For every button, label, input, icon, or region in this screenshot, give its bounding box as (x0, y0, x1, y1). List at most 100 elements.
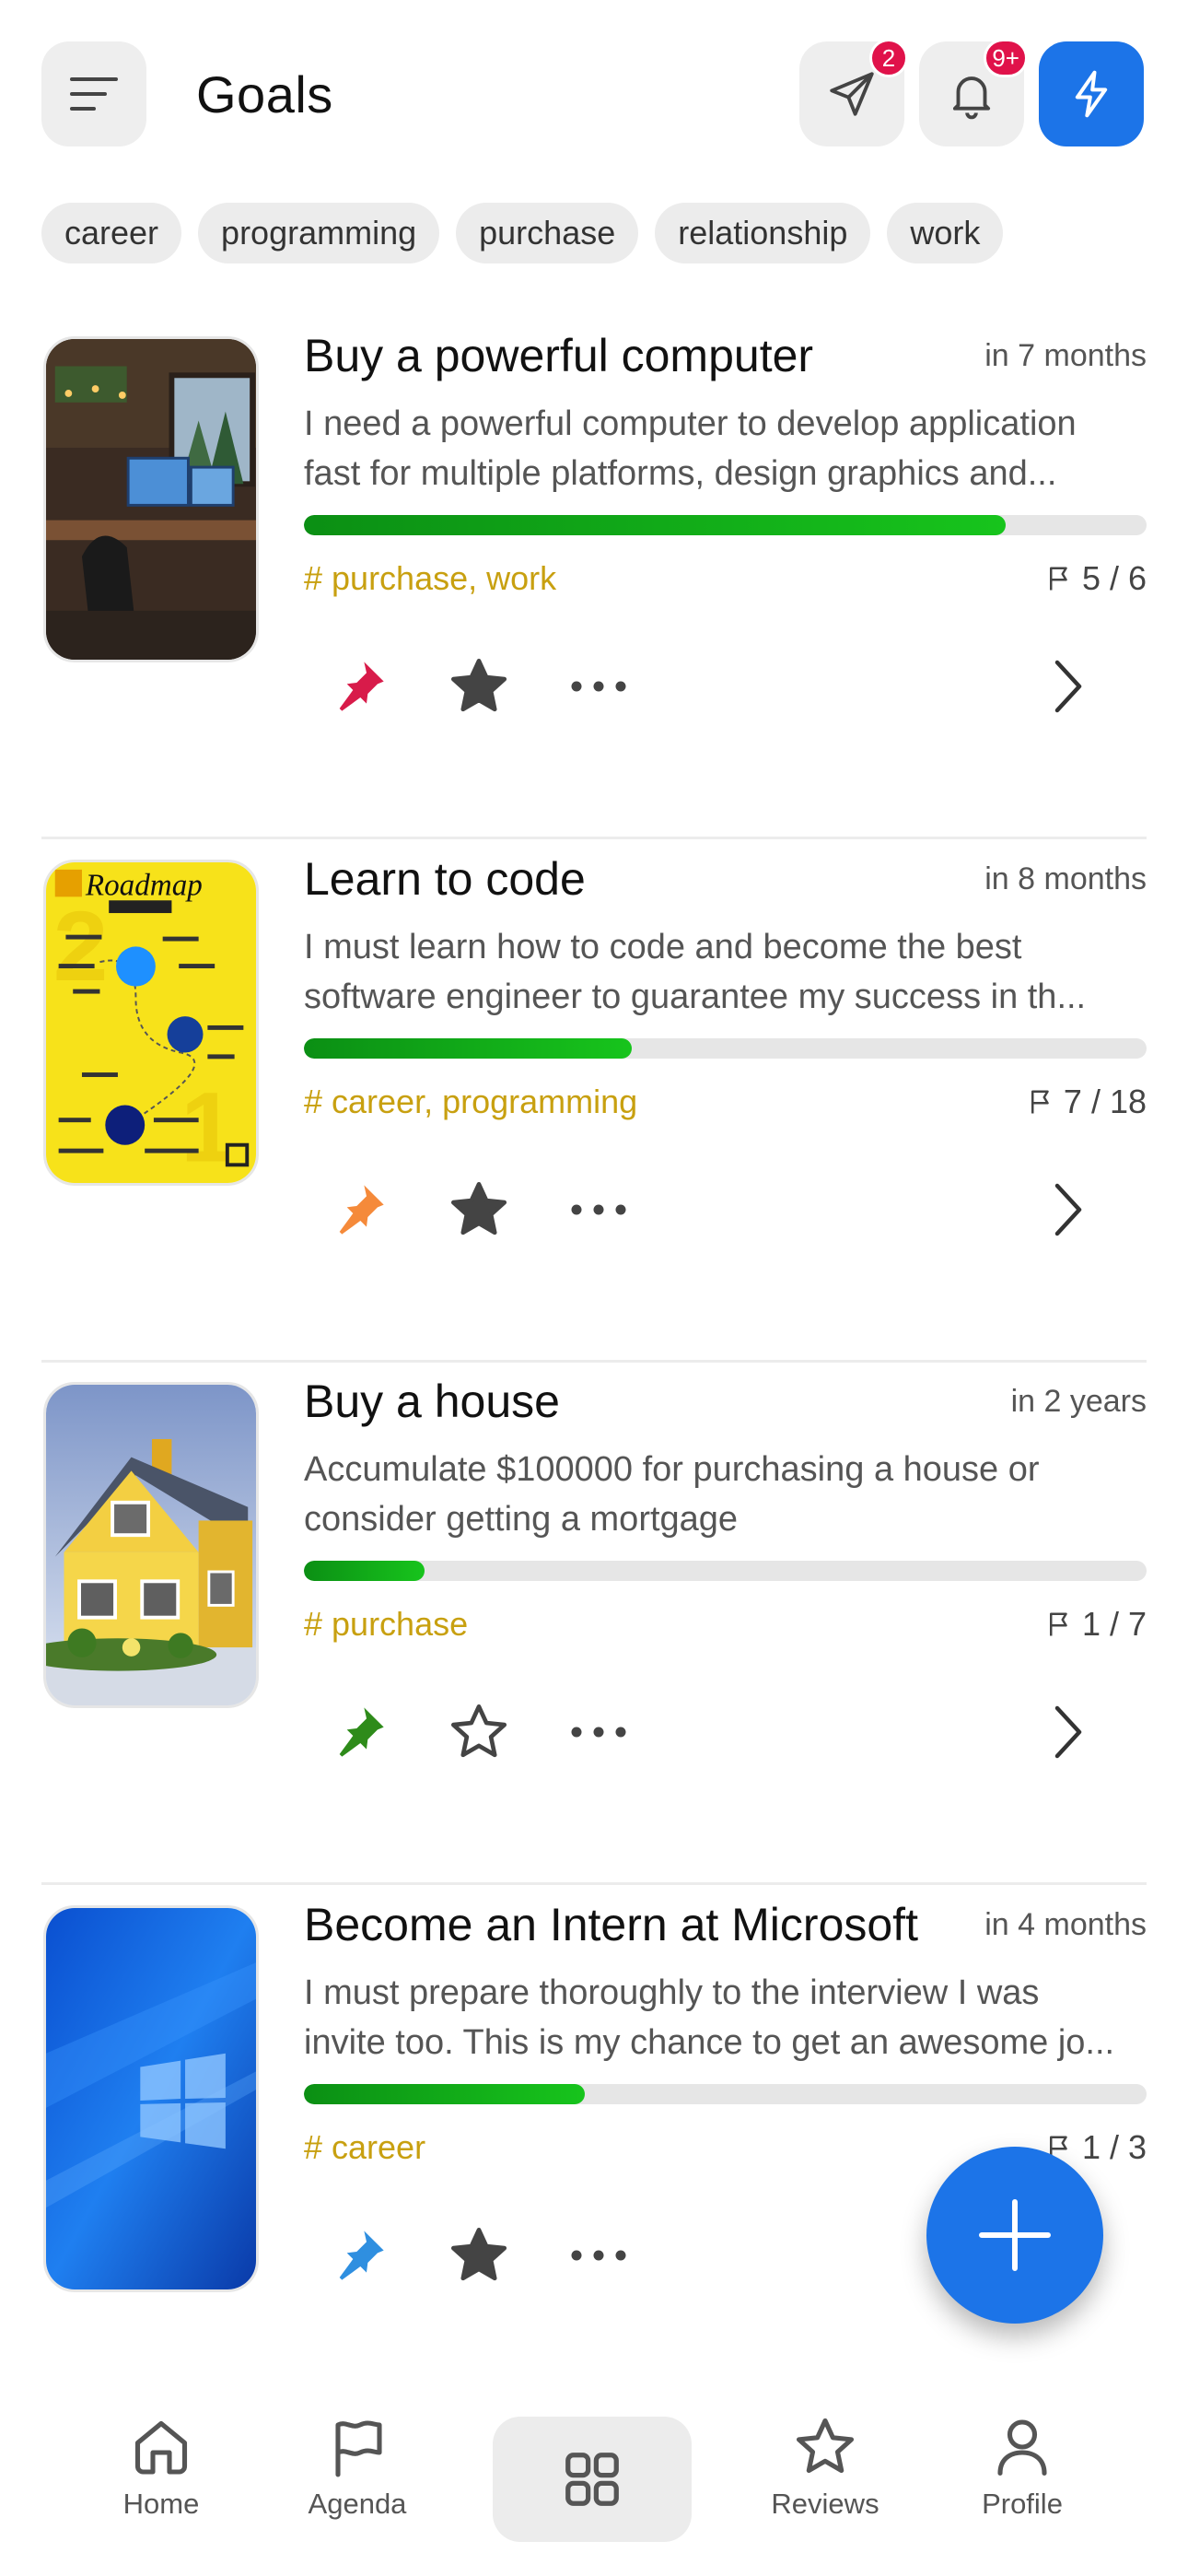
chip-purchase[interactable]: purchase (456, 203, 639, 263)
star-outline-icon (450, 1704, 507, 1758)
nav-reviews[interactable]: Reviews (742, 2414, 908, 2543)
goal-progress-bar (304, 1561, 1147, 1581)
more-button[interactable] (557, 645, 640, 728)
pin-icon (339, 2231, 384, 2280)
goal-description: I must prepare thoroughly to the intervi… (304, 1968, 1147, 2067)
nav-agenda-label: Agenda (308, 2488, 407, 2520)
quick-action-button[interactable] (1039, 41, 1144, 146)
goal-actions (318, 1691, 1147, 1774)
goal-image (43, 1905, 259, 2292)
filter-chips: career programming purchase relationship… (41, 203, 1004, 263)
svg-text:2: 2 (53, 890, 109, 1001)
open-goal-button[interactable] (1027, 1168, 1110, 1251)
more-button[interactable] (557, 2214, 640, 2297)
chevron-right-icon (1054, 1705, 1082, 1759)
goal-due: in 8 months (984, 861, 1147, 896)
goal-card[interactable]: 2 1 Roadmap Learn to code in 8 months I … (41, 841, 1147, 1363)
grid-icon (565, 2453, 619, 2506)
open-goal-button[interactable] (1027, 1691, 1110, 1774)
star-button[interactable] (437, 1691, 520, 1774)
notifications-button[interactable]: 9+ (919, 39, 1028, 146)
goal-description-line: I must prepare thoroughly to the intervi… (304, 1973, 1040, 2012)
chip-career[interactable]: career (41, 203, 182, 263)
star-outline-icon (796, 2418, 855, 2474)
goal-description: I need a powerful computer to develop ap… (304, 399, 1147, 498)
goal-title: Buy a powerful computer (304, 330, 814, 381)
goal-due: in 7 months (984, 338, 1147, 373)
goal-progress-fill (304, 515, 1007, 535)
menu-icon (70, 77, 118, 111)
goal-card[interactable]: Buy a powerful computer in 7 months I ne… (41, 318, 1147, 839)
chip-programming[interactable]: programming (198, 203, 440, 263)
goal-due: in 4 months (984, 1907, 1147, 1942)
goal-steps-count: 1 / 3 (1081, 2128, 1147, 2166)
goal-steps: 7 / 18 (1027, 1083, 1147, 1121)
pin-button[interactable] (318, 2214, 401, 2297)
menu-button[interactable] (41, 41, 146, 146)
goal-tags: # career (304, 2128, 426, 2166)
pin-button[interactable] (318, 1691, 401, 1774)
goal-actions (318, 1168, 1147, 1251)
goal-steps-count: 1 / 7 (1081, 1605, 1147, 1643)
open-goal-button[interactable] (1027, 645, 1110, 728)
bottom-navigation: Home Agenda Reviews Profile (0, 2386, 1188, 2576)
app-header: Goals 2 9+ (0, 0, 1188, 193)
goal-progress-bar (304, 1038, 1147, 1059)
goal-description-line: consider getting a mortgage (304, 1500, 739, 1539)
goal-image (43, 1382, 259, 1708)
nav-profile-label: Profile (982, 2488, 1063, 2520)
pin-button[interactable] (318, 1168, 401, 1251)
user-icon (997, 2419, 1047, 2476)
more-icon (571, 681, 626, 692)
more-icon (571, 2250, 626, 2261)
goal-steps: 1 / 7 (1045, 1605, 1147, 1644)
goal-progress-fill (304, 1038, 632, 1059)
pin-button[interactable] (318, 645, 401, 728)
goal-description-line: I need a powerful computer to develop ap… (304, 404, 1077, 443)
star-button[interactable] (437, 645, 520, 728)
add-goal-button[interactable] (926, 2147, 1103, 2324)
goal-actions (318, 645, 1147, 728)
goal-title: Buy a house (304, 1376, 560, 1427)
messages-badge: 2 (869, 39, 908, 77)
goal-title: Learn to code (304, 853, 586, 905)
goal-progress-bar (304, 515, 1147, 535)
nav-profile[interactable]: Profile (939, 2414, 1105, 2543)
bell-icon (952, 76, 991, 120)
pin-icon (339, 1707, 384, 1757)
goal-tags: # purchase (304, 1605, 469, 1643)
chevron-right-icon (1054, 1183, 1082, 1236)
star-button[interactable] (437, 1168, 520, 1251)
plus-icon (979, 2199, 1051, 2271)
flag-icon (1031, 1090, 1049, 1114)
flag-icon (1049, 1612, 1067, 1636)
flag-icon (335, 2420, 382, 2477)
goal-image: 2 1 Roadmap (43, 860, 259, 1186)
goal-card[interactable]: Become an Intern at Microsoft in 4 month… (41, 1887, 1147, 2408)
chip-relationship[interactable]: relationship (655, 203, 871, 263)
goal-progress-fill (304, 2084, 585, 2104)
lightning-icon (1075, 70, 1108, 118)
nav-home[interactable]: Home (78, 2414, 244, 2543)
nav-agenda[interactable]: Agenda (274, 2414, 440, 2543)
chevron-right-icon (1054, 660, 1082, 713)
home-icon (134, 2420, 188, 2475)
goal-title: Become an Intern at Microsoft (304, 1899, 918, 1950)
goal-due: in 2 years (1010, 1384, 1147, 1419)
star-button[interactable] (437, 2214, 520, 2297)
goal-card[interactable]: Buy a house in 2 years Accumulate $10000… (41, 1364, 1147, 1885)
more-button[interactable] (557, 1168, 640, 1251)
nav-reviews-label: Reviews (771, 2488, 879, 2520)
goal-tags: # career, programming (304, 1083, 638, 1120)
goal-description: I must learn how to code and become the … (304, 922, 1147, 1022)
more-button[interactable] (557, 1691, 640, 1774)
star-icon (450, 2227, 507, 2281)
messages-button[interactable]: 2 (799, 39, 908, 146)
goal-progress-bar (304, 2084, 1147, 2104)
send-icon (830, 72, 874, 116)
goal-steps: 5 / 6 (1045, 559, 1147, 598)
chip-work[interactable]: work (887, 203, 1004, 263)
nav-goals[interactable] (493, 2417, 692, 2542)
goal-description-line: Accumulate $100000 for purchasing a hous… (304, 1450, 1040, 1489)
flag-icon (1049, 567, 1067, 591)
